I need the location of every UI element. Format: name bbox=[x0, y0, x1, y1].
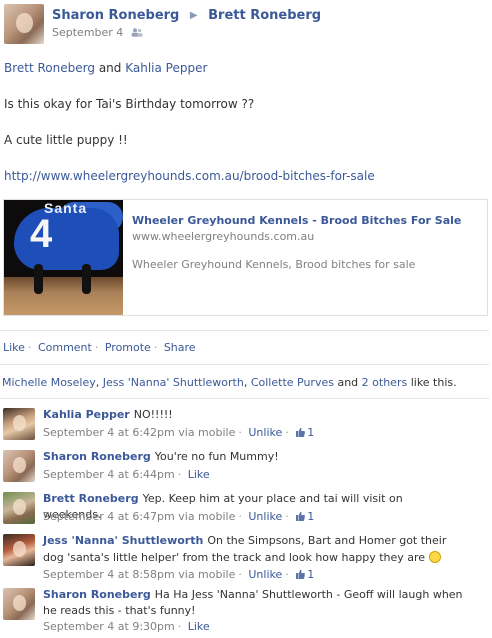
comment-time[interactable]: September 4 at 9:30pm bbox=[43, 620, 175, 633]
post-header: Sharon Roneberg ▶ Brett Roneberg bbox=[52, 8, 321, 23]
thumbnail-jacket-number: 4 bbox=[30, 212, 53, 256]
thumbs-up-icon[interactable] bbox=[295, 427, 306, 437]
liker-link[interactable]: Jess 'Nanna' Shuttleworth bbox=[103, 376, 244, 389]
post-date-link[interactable]: September 4 bbox=[52, 26, 123, 39]
likes-suffix: like this. bbox=[410, 376, 457, 389]
unlike-comment-link[interactable]: Unlike bbox=[248, 426, 282, 439]
comment-via: via mobile bbox=[178, 510, 236, 523]
likes-summary: Michelle Moseley, Jess 'Nanna' Shuttlewo… bbox=[2, 376, 457, 389]
unlike-comment-link[interactable]: Unlike bbox=[248, 510, 282, 523]
comment-item: Brett Roneberg Yep. Keep him at your plac… bbox=[0, 490, 489, 530]
commenter-avatar[interactable] bbox=[3, 588, 35, 620]
like-comment-link[interactable]: Like bbox=[188, 620, 210, 633]
comment-text: You're no fun Mummy! bbox=[154, 450, 279, 463]
comment-time[interactable]: September 4 at 8:58pm bbox=[43, 568, 175, 581]
post-text-line: A cute little puppy !! bbox=[4, 133, 128, 147]
comment-item: Jess 'Nanna' Shuttleworth On the Simpsons… bbox=[0, 532, 489, 584]
divider bbox=[0, 330, 489, 331]
right-triangle-icon: ▶ bbox=[189, 10, 198, 21]
commenter-avatar[interactable] bbox=[3, 408, 35, 440]
commenter-name-link[interactable]: Brett Roneberg bbox=[43, 492, 139, 505]
target-name-link[interactable]: Brett Roneberg bbox=[208, 8, 321, 23]
unlike-comment-link[interactable]: Unlike bbox=[248, 568, 282, 581]
divider bbox=[0, 398, 489, 399]
comment-item: Kahlia Pepper NO!!!!! September 4 at 6:42… bbox=[0, 406, 489, 446]
comment-like-count[interactable]: 1 bbox=[307, 426, 314, 439]
comment-body: Kahlia Pepper NO!!!!! bbox=[43, 407, 463, 423]
attachment-thumbnail[interactable]: Santa 4 bbox=[4, 200, 123, 315]
post-meta: September 4 bbox=[52, 26, 143, 39]
attachment-title-link[interactable]: Wheeler Greyhound Kennels - Brood Bitche… bbox=[132, 214, 461, 227]
thumbs-up-icon[interactable] bbox=[295, 569, 306, 579]
comment-text: NO!!!!! bbox=[133, 408, 173, 421]
comment-via: via mobile bbox=[178, 426, 236, 439]
comment-meta: September 4 at 6:44pm · Like bbox=[43, 468, 210, 481]
post-url-text[interactable]: http://www.wheelergreyhounds.com.au/broo… bbox=[4, 169, 375, 183]
tagged-people: Brett Roneberg and Kahlia Pepper bbox=[4, 61, 207, 75]
author-name-link[interactable]: Sharon Roneberg bbox=[52, 8, 179, 23]
commenter-avatar[interactable] bbox=[3, 450, 35, 482]
like-comment-link[interactable]: Like bbox=[188, 468, 210, 481]
comment-item: Sharon Roneberg Ha Ha Jess 'Nanna' Shuttl… bbox=[0, 586, 489, 638]
post-url-link[interactable]: http://www.wheelergreyhounds.com.au/broo… bbox=[4, 169, 375, 183]
likes-joiner: and bbox=[337, 376, 359, 389]
comment-item: Sharon Roneberg You're no fun Mummy! Sept… bbox=[0, 448, 489, 488]
comment-meta: September 4 at 6:42pm via mobile · Unlike… bbox=[43, 426, 315, 439]
attachment-description: Wheeler Greyhound Kennels, Brood bitches… bbox=[132, 258, 416, 271]
like-post-link[interactable]: Like bbox=[3, 341, 25, 354]
share-link[interactable]: Share bbox=[164, 341, 196, 354]
comment-link[interactable]: Comment bbox=[38, 341, 92, 354]
comment-meta: September 4 at 9:30pm · Like bbox=[43, 620, 210, 633]
comment-body: Jess 'Nanna' Shuttleworth On the Simpsons… bbox=[43, 533, 463, 566]
comment-body: Sharon Roneberg Ha Ha Jess 'Nanna' Shuttl… bbox=[43, 587, 463, 619]
author-avatar[interactable] bbox=[4, 4, 44, 44]
liker-link[interactable]: Collette Purves bbox=[251, 376, 334, 389]
thumbs-up-icon[interactable] bbox=[295, 511, 306, 521]
commenter-avatar[interactable] bbox=[3, 534, 35, 566]
commenter-name-link[interactable]: Sharon Roneberg bbox=[43, 588, 151, 601]
divider bbox=[0, 364, 489, 365]
comment-time[interactable]: September 4 at 6:47pm bbox=[43, 510, 175, 523]
promote-link[interactable]: Promote bbox=[105, 341, 151, 354]
smiley-icon bbox=[428, 551, 441, 563]
tag-link[interactable]: Kahlia Pepper bbox=[125, 61, 207, 75]
commenter-name-link[interactable]: Jess 'Nanna' Shuttleworth bbox=[43, 534, 203, 547]
liker-link[interactable]: Michelle Moseley bbox=[2, 376, 96, 389]
comment-time[interactable]: September 4 at 6:42pm bbox=[43, 426, 175, 439]
commenter-name-link[interactable]: Sharon Roneberg bbox=[43, 450, 151, 463]
tag-link[interactable]: Brett Roneberg bbox=[4, 61, 95, 75]
commenter-name-link[interactable]: Kahlia Pepper bbox=[43, 408, 130, 421]
comment-via: via mobile bbox=[178, 568, 236, 581]
comment-body: Sharon Roneberg You're no fun Mummy! bbox=[43, 449, 463, 465]
other-likers-link[interactable]: 2 others bbox=[362, 376, 408, 389]
comment-like-count[interactable]: 1 bbox=[307, 568, 314, 581]
post-action-bar: Like · Comment · Promote · Share bbox=[3, 341, 196, 354]
friends-audience-icon[interactable] bbox=[131, 28, 143, 37]
comment-like-count[interactable]: 1 bbox=[307, 510, 314, 523]
tag-joiner: and bbox=[98, 61, 122, 75]
comment-meta: September 4 at 8:58pm via mobile · Unlike… bbox=[43, 568, 315, 581]
commenter-avatar[interactable] bbox=[3, 492, 35, 524]
link-attachment[interactable]: Santa 4 Wheeler Greyhound Kennels - Broo… bbox=[3, 199, 488, 316]
attachment-domain: www.wheelergreyhounds.com.au bbox=[132, 230, 315, 243]
comment-time[interactable]: September 4 at 6:44pm bbox=[43, 468, 175, 481]
comment-meta: September 4 at 6:47pm via mobile · Unlike… bbox=[43, 510, 315, 523]
post-text-line: Is this okay for Tai's Birthday tomorrow… bbox=[4, 97, 255, 111]
